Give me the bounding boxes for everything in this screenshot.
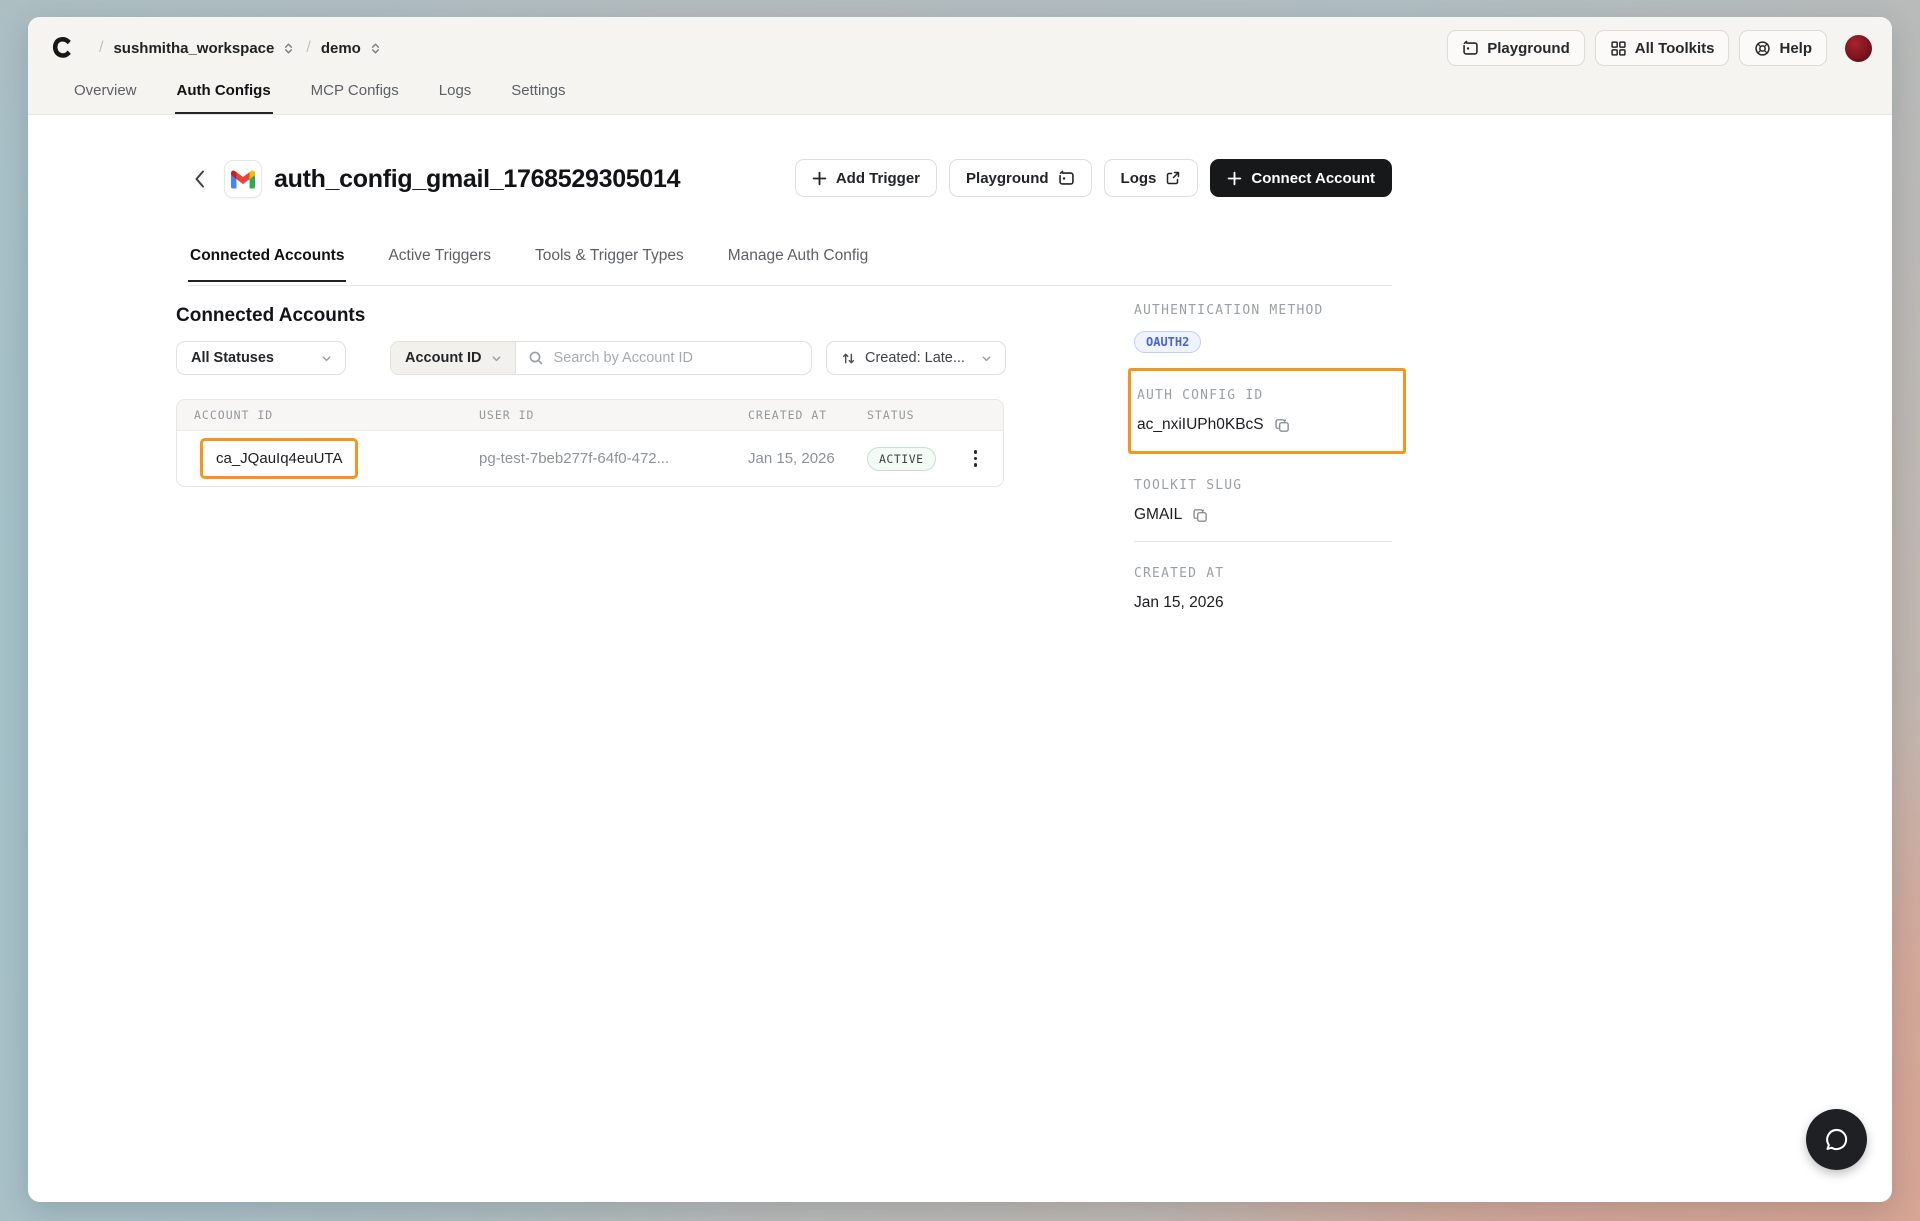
external-link-icon bbox=[1165, 170, 1181, 186]
annotation-highlight-box: AUTH CONFIG ID ac_nxiIUPh0KBcS bbox=[1128, 368, 1406, 454]
breadcrumb: / sushmitha_workspace / demo bbox=[28, 17, 1892, 79]
user-avatar[interactable] bbox=[1845, 35, 1872, 62]
sort-arrows-icon bbox=[841, 351, 856, 366]
tabs-divider bbox=[188, 285, 1392, 286]
connect-account-label: Connect Account bbox=[1251, 170, 1375, 187]
playground-icon bbox=[1462, 40, 1479, 57]
nav-tab-settings[interactable]: Settings bbox=[509, 82, 567, 114]
gmail-icon bbox=[224, 160, 262, 198]
page-title-row: auth_config_gmail_1768529305014 bbox=[186, 159, 680, 199]
logs-label: Logs bbox=[1121, 170, 1157, 187]
auth-method-label: AUTHENTICATION METHOD bbox=[1134, 303, 1392, 318]
nav-tab-mcp-configs[interactable]: MCP Configs bbox=[309, 82, 401, 114]
top-header: / sushmitha_workspace / demo bbox=[28, 17, 1892, 115]
workspace-switcher-icon[interactable] bbox=[281, 41, 296, 56]
oauth2-badge: OAUTH2 bbox=[1134, 331, 1201, 353]
breadcrumb-separator: / bbox=[99, 39, 103, 57]
row-menu-button[interactable] bbox=[970, 446, 982, 471]
table-header-row: ACCOUNT ID USER ID CREATED AT STATUS bbox=[177, 400, 1003, 431]
created-at-label: CREATED AT bbox=[1134, 566, 1392, 581]
nav-tab-auth-configs[interactable]: Auth Configs bbox=[175, 82, 273, 114]
search-combo: Account ID bbox=[390, 341, 812, 375]
plus-icon bbox=[1227, 171, 1242, 186]
playground-page-button[interactable]: Playground bbox=[949, 159, 1092, 197]
col-created-at: CREATED AT bbox=[731, 408, 850, 422]
connect-account-button[interactable]: Connect Account bbox=[1210, 159, 1392, 197]
help-button-label: Help bbox=[1779, 40, 1812, 57]
col-status: STATUS bbox=[850, 408, 963, 422]
copy-icon[interactable] bbox=[1274, 417, 1291, 434]
tab-connected-accounts[interactable]: Connected Accounts bbox=[188, 247, 346, 282]
search-icon bbox=[528, 350, 544, 366]
created-at-value: Jan 15, 2026 bbox=[1134, 594, 1224, 612]
status-cell: ACTIVE bbox=[850, 447, 963, 471]
filters-row: All Statuses Account ID bbox=[176, 341, 1006, 375]
sidebar-divider bbox=[1134, 541, 1392, 542]
chat-support-button[interactable] bbox=[1806, 1109, 1867, 1170]
account-id-cell: ca_JQauIq4euUTA bbox=[177, 438, 462, 479]
playground-button-label: Playground bbox=[1487, 40, 1570, 57]
tab-tools-trigger-types[interactable]: Tools & Trigger Types bbox=[533, 247, 686, 282]
help-icon bbox=[1754, 40, 1771, 57]
search-field-value: Account ID bbox=[405, 350, 482, 366]
app-window: / sushmitha_workspace / demo bbox=[0, 0, 1920, 1221]
search-box bbox=[516, 342, 811, 374]
nav-tab-logs[interactable]: Logs bbox=[437, 82, 474, 114]
copy-icon[interactable] bbox=[1192, 507, 1209, 524]
annotation-highlight-box: ca_JQauIq4euUTA bbox=[200, 438, 358, 479]
chevron-down-icon bbox=[490, 352, 503, 365]
chevron-down-icon bbox=[320, 352, 333, 365]
project-name[interactable]: demo bbox=[321, 40, 361, 57]
playground-icon bbox=[1058, 170, 1075, 187]
auth-config-id-label: AUTH CONFIG ID bbox=[1137, 388, 1403, 403]
nav-tab-overview[interactable]: Overview bbox=[72, 82, 139, 114]
status-filter-select[interactable]: All Statuses bbox=[176, 341, 346, 375]
status-badge: ACTIVE bbox=[867, 447, 936, 471]
user-id-cell: pg-test-7beb277f-64f0-472... bbox=[462, 450, 731, 467]
search-input[interactable] bbox=[552, 349, 799, 367]
details-sidebar: AUTHENTICATION METHOD OAUTH2 AUTH CONFIG… bbox=[1134, 303, 1392, 612]
chat-bubble-icon bbox=[1823, 1126, 1850, 1153]
search-field-select[interactable]: Account ID bbox=[391, 342, 516, 374]
add-trigger-button[interactable]: Add Trigger bbox=[795, 159, 937, 197]
section-heading: Connected Accounts bbox=[176, 305, 365, 327]
toolkit-slug-label: TOOLKIT SLUG bbox=[1134, 478, 1392, 493]
breadcrumb-separator: / bbox=[306, 39, 310, 57]
status-filter-value: All Statuses bbox=[191, 350, 274, 366]
chevron-down-icon bbox=[980, 352, 993, 365]
plus-icon bbox=[812, 171, 827, 186]
all-toolkits-button-label: All Toolkits bbox=[1635, 40, 1715, 57]
add-trigger-label: Add Trigger bbox=[836, 170, 920, 187]
playground-button[interactable]: Playground bbox=[1447, 30, 1585, 66]
primary-nav-tabs: Overview Auth Configs MCP Configs Logs S… bbox=[72, 82, 568, 114]
header-actions: Playground All Toolkits bbox=[1447, 30, 1872, 66]
workspace-name[interactable]: sushmitha_workspace bbox=[113, 40, 274, 57]
toolkit-slug-value: GMAIL bbox=[1134, 506, 1182, 524]
created-at-cell: Jan 15, 2026 bbox=[731, 450, 850, 467]
sort-select[interactable]: Created: Late... bbox=[826, 341, 1006, 375]
tab-manage-auth-config[interactable]: Manage Auth Config bbox=[726, 247, 870, 282]
secondary-tabs: Connected Accounts Active Triggers Tools… bbox=[188, 247, 870, 282]
playground-page-label: Playground bbox=[966, 170, 1049, 187]
sort-value: Created: Late... bbox=[865, 350, 965, 366]
back-button[interactable] bbox=[186, 166, 212, 192]
connected-accounts-table: ACCOUNT ID USER ID CREATED AT STATUS ca_… bbox=[176, 399, 1004, 487]
main-card: / sushmitha_workspace / demo bbox=[28, 17, 1892, 1202]
tab-active-triggers[interactable]: Active Triggers bbox=[386, 247, 493, 282]
page-title: auth_config_gmail_1768529305014 bbox=[274, 165, 680, 194]
logs-button[interactable]: Logs bbox=[1104, 159, 1199, 197]
project-switcher-icon[interactable] bbox=[368, 41, 383, 56]
col-account-id: ACCOUNT ID bbox=[177, 408, 462, 422]
help-button[interactable]: Help bbox=[1739, 30, 1827, 66]
col-user-id: USER ID bbox=[462, 408, 731, 422]
auth-config-id-value: ac_nxiIUPh0KBcS bbox=[1137, 416, 1264, 434]
table-row[interactable]: ca_JQauIq4euUTA pg-test-7beb277f-64f0-47… bbox=[177, 431, 1003, 486]
composio-logo-icon[interactable] bbox=[48, 35, 75, 62]
all-toolkits-button[interactable]: All Toolkits bbox=[1595, 30, 1730, 66]
grid-icon bbox=[1610, 40, 1627, 57]
page-actions: Add Trigger Playground Logs bbox=[795, 159, 1392, 197]
account-id-value: ca_JQauIq4euUTA bbox=[216, 450, 342, 467]
